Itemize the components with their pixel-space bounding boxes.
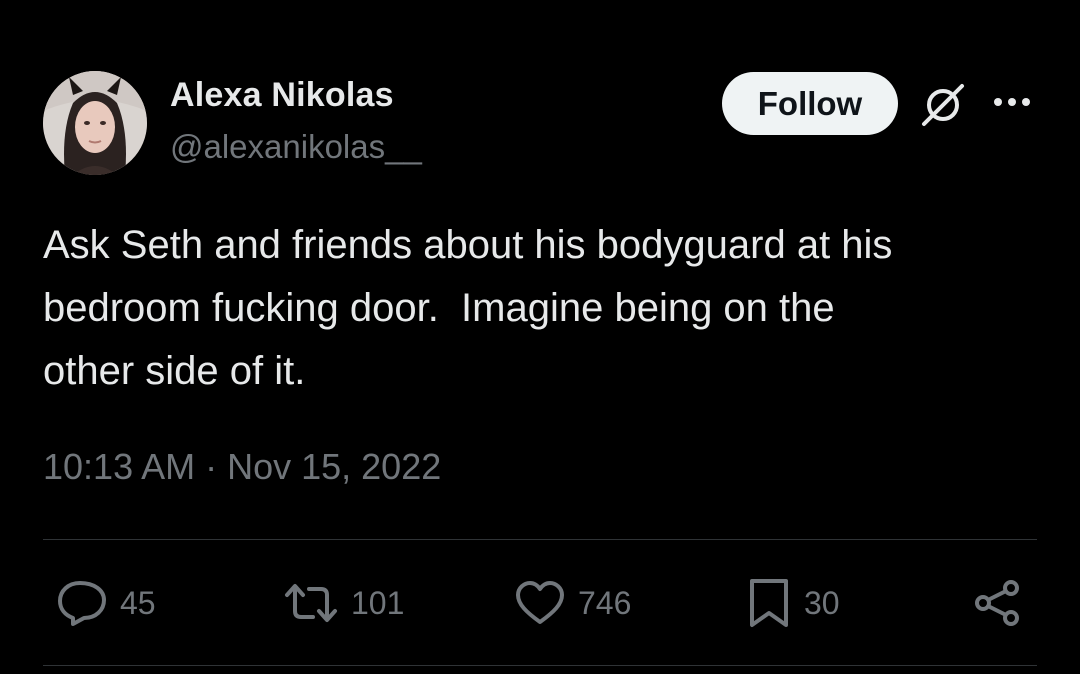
bookmark-icon <box>746 577 792 629</box>
reply-button[interactable]: 45 <box>56 578 156 628</box>
like-button[interactable]: 746 <box>514 578 631 628</box>
heart-icon <box>514 580 566 626</box>
repost-button[interactable]: 101 <box>283 578 404 628</box>
like-count: 746 <box>578 584 632 621</box>
tweet: Alexa Nikolas @alexanikolas__ Follow Ask… <box>0 0 1080 674</box>
reply-icon <box>56 578 108 628</box>
avatar[interactable] <box>43 71 147 175</box>
bookmark-count: 30 <box>804 584 840 621</box>
author-display-name[interactable]: Alexa Nikolas <box>170 76 394 115</box>
divider <box>43 665 1037 666</box>
repost-icon <box>283 581 339 625</box>
share-icon <box>972 578 1022 628</box>
follow-button[interactable]: Follow <box>722 72 898 135</box>
share-button[interactable] <box>972 578 1022 628</box>
divider <box>43 539 1037 540</box>
tweet-timestamp[interactable]: 10:13 AM · Nov 15, 2022 <box>43 446 441 488</box>
tweet-text: Ask Seth and friends about his bodyguard… <box>43 223 893 393</box>
grok-icon[interactable] <box>918 80 968 130</box>
author-handle[interactable]: @alexanikolas__ <box>170 128 422 166</box>
more-icon[interactable] <box>990 90 1034 114</box>
bookmark-button[interactable]: 30 <box>746 578 840 628</box>
repost-count: 101 <box>351 584 405 621</box>
reply-count: 45 <box>120 584 156 621</box>
